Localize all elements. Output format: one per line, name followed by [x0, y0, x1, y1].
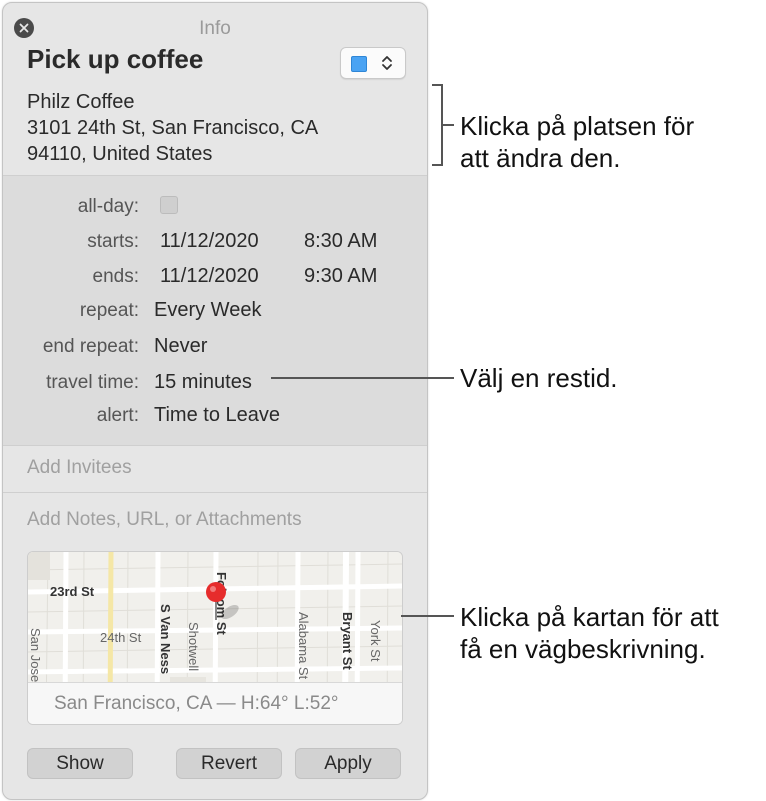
ends-label: ends: — [92, 266, 139, 287]
callout-location: Klicka på platsen för att ändra den. — [460, 110, 694, 174]
add-notes-field[interactable]: Add Notes, URL, or Attachments — [27, 509, 302, 531]
callout-location-line1: Klicka på platsen för — [460, 111, 695, 141]
callout-travel: Välj en restid. — [460, 363, 618, 393]
map-weather-caption: San Francisco, CA — H:64° L:52° — [28, 682, 402, 724]
svg-text:Alabama St: Alabama St — [296, 612, 311, 680]
svg-text:San Jose: San Jose — [28, 628, 43, 682]
end-repeat-popup[interactable]: Never — [154, 335, 207, 358]
svg-text:Bryant St: Bryant St — [340, 612, 355, 670]
svg-text:York St: York St — [368, 620, 383, 662]
event-info-window: Info Pick up coffee Philz Coffee 3101 24… — [2, 2, 428, 800]
ends-date[interactable]: 11/12/2020 — [160, 265, 259, 288]
callout-map-line1: Klicka på kartan för att — [460, 602, 719, 632]
starts-date[interactable]: 11/12/2020 — [160, 230, 259, 253]
location-street: 3101 24th St, San Francisco, CA — [27, 117, 319, 139]
travel-time-label: travel time: — [46, 372, 139, 393]
repeat-popup[interactable]: Every Week — [154, 299, 261, 322]
alert-label: alert: — [96, 405, 139, 426]
svg-text:24th St: 24th St — [100, 630, 142, 645]
event-title[interactable]: Pick up coffee — [27, 44, 203, 75]
event-location[interactable]: Philz Coffee 3101 24th St, San Francisco… — [27, 89, 357, 167]
location-city: 94110, United States — [27, 143, 213, 165]
end-repeat-label: end repeat: — [42, 336, 139, 357]
map-caption-text: San Francisco, CA — H:64° L:52° — [54, 693, 339, 714]
allday-checkbox[interactable] — [160, 196, 178, 214]
street-label-24th: 24th St — [100, 630, 160, 653]
divider — [3, 492, 427, 493]
show-button[interactable]: Show — [27, 748, 133, 779]
revert-button[interactable]: Revert — [176, 748, 282, 779]
calendar-popup-button[interactable] — [340, 47, 406, 79]
allday-label: all-day: — [77, 196, 139, 217]
street-label-york: York St — [366, 620, 386, 685]
location-name: Philz Coffee — [27, 91, 135, 113]
calendar-color-swatch — [351, 56, 367, 72]
repeat-label: repeat: — [79, 300, 139, 321]
starts-label: starts: — [87, 231, 139, 252]
alert-popup[interactable]: Time to Leave — [154, 404, 280, 427]
ends-time[interactable]: 9:30 AM — [304, 265, 377, 288]
svg-text:23rd St: 23rd St — [50, 584, 95, 599]
divider — [3, 445, 427, 446]
add-invitees-field[interactable]: Add Invitees — [27, 457, 132, 479]
chevron-updown-icon — [382, 56, 392, 70]
svg-text:S Van Ness: S Van Ness — [158, 604, 173, 674]
street-label-23rd: 23rd St — [50, 584, 110, 607]
window-title: Info — [199, 18, 231, 39]
map-pin-icon — [206, 582, 239, 620]
callout-map-line2: få en vägbeskrivning. — [460, 634, 706, 664]
apply-button[interactable]: Apply — [295, 748, 401, 779]
location-map[interactable]: 23rd St 24th St S Van Ness Shotwell Fols… — [27, 551, 403, 725]
callout-map: Klicka på kartan för att få en vägbeskri… — [460, 601, 719, 665]
callout-location-line2: att ändra den. — [460, 143, 621, 173]
travel-time-popup[interactable]: 15 minutes — [154, 371, 252, 394]
starts-time[interactable]: 8:30 AM — [304, 230, 377, 253]
